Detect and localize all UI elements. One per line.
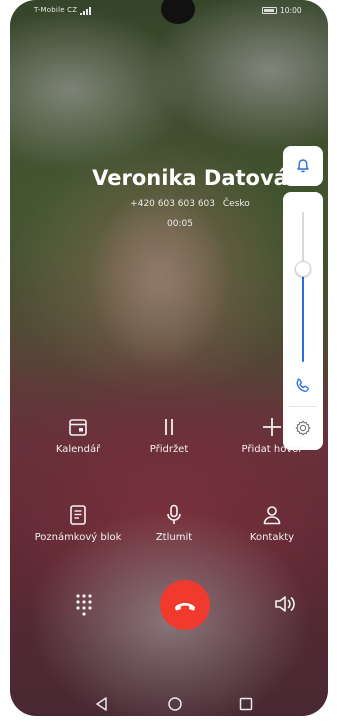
contacts-label: Kontakty (249, 532, 295, 543)
status-time: 10:00 (280, 6, 302, 15)
calendar-label: Kalendář (55, 444, 101, 455)
call-screen: T-Mobile CZ 10:00 Veronika Datová +420 6… (10, 0, 328, 716)
caller-number: +420 603 603 603 (130, 199, 216, 209)
mute-button[interactable]: Ztlumit (126, 502, 222, 544)
signal-icon (80, 7, 91, 15)
caller-name: Veronika Datová (92, 166, 288, 190)
bell-icon (297, 159, 309, 173)
status-bar: T-Mobile CZ 10:00 (10, 0, 328, 24)
hold-button[interactable]: Přidržet (121, 414, 217, 456)
front-camera (161, 0, 195, 24)
notepad-button[interactable]: Poznámkový blok (30, 502, 126, 544)
notepad-label: Poznámkový blok (34, 532, 122, 543)
microphone-icon (167, 504, 181, 524)
add-call-button[interactable]: Přidat hovor (224, 414, 320, 456)
panel-divider (289, 406, 317, 407)
caller-country: Česko (222, 199, 250, 209)
recents-icon[interactable] (236, 694, 256, 714)
dialpad-icon[interactable] (72, 592, 96, 616)
notepad-icon (70, 505, 86, 525)
plus-icon (263, 418, 281, 436)
call-volume-slider-box (283, 192, 323, 450)
call-volume-slider[interactable] (302, 212, 304, 362)
call-volume-thumb[interactable] (295, 261, 311, 277)
volume-panel (283, 146, 323, 450)
call-volume-fill (302, 269, 304, 362)
home-icon[interactable] (165, 694, 185, 714)
calendar-button[interactable]: Kalendář (30, 414, 126, 456)
navigation-bar (10, 690, 328, 716)
person-icon (263, 506, 281, 525)
speaker-icon[interactable] (272, 591, 298, 617)
caller-details: +420 603 603 603 Česko (100, 199, 280, 209)
hangup-icon (175, 603, 195, 611)
call-duration: 00:05 (167, 219, 193, 229)
contacts-button[interactable]: Kontakty (224, 502, 320, 544)
back-icon[interactable] (92, 694, 112, 714)
carrier-label: T-Mobile CZ (34, 6, 78, 14)
battery-icon (262, 7, 277, 14)
end-call-button[interactable] (160, 580, 210, 630)
pause-icon (165, 419, 173, 435)
phone-icon (296, 378, 309, 393)
calendar-icon (69, 419, 87, 436)
hold-label: Přidržet (149, 444, 189, 455)
ring-mode-button[interactable] (283, 146, 323, 186)
mute-label: Ztlumit (155, 532, 193, 543)
add-call-label: Přidat hovor (241, 444, 303, 455)
